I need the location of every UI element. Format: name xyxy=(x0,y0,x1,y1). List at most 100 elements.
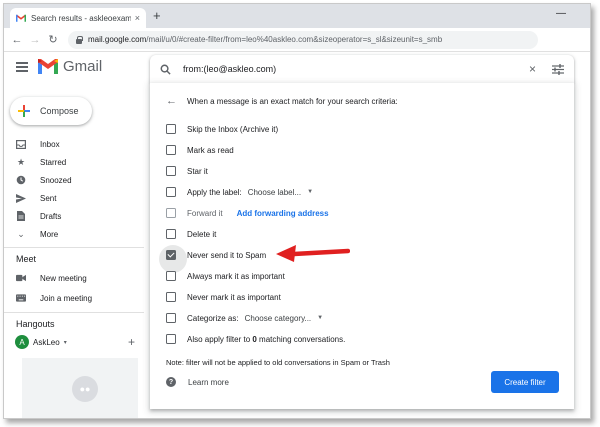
forward-button[interactable]: → xyxy=(26,34,44,46)
filter-note: Note: filter will not be applied to old … xyxy=(166,358,390,367)
option-label: Skip the Inbox (Archive it) xyxy=(187,124,279,134)
create-filter-panel: ← When a message is an exact match for y… xyxy=(150,83,574,409)
option-label: Always mark it as important xyxy=(187,271,285,281)
lock-icon xyxy=(76,35,83,44)
sidebar-item-more[interactable]: ⌄ More xyxy=(16,226,58,242)
keyboard-icon xyxy=(16,293,26,303)
tab-strip: Search results - askleoexample2... × + — xyxy=(4,4,590,28)
sidebar-item-join-meeting[interactable]: Join a meeting xyxy=(16,290,92,306)
apply-label-checkbox[interactable] xyxy=(166,187,176,197)
option-label-post: matching conversations. xyxy=(256,334,346,344)
inbox-icon xyxy=(16,139,26,149)
hangouts-panel: ●● xyxy=(22,358,138,418)
option-label: Delete it xyxy=(187,229,217,239)
clear-search-icon[interactable]: × xyxy=(529,62,536,76)
add-forwarding-address-link[interactable]: Add forwarding address xyxy=(237,209,329,218)
filter-option-categorize[interactable]: Categorize as: Choose category... ▼ xyxy=(166,310,323,326)
gmail-logo[interactable]: Gmail xyxy=(38,58,102,75)
option-label: Mark as read xyxy=(187,145,234,155)
hangouts-section-title: Hangouts xyxy=(16,319,55,329)
hangouts-user[interactable]: A AskLeo ▾ xyxy=(15,335,67,349)
gmail-favicon-icon xyxy=(16,14,26,22)
reload-button[interactable]: ↻ xyxy=(44,33,62,46)
dropdown-caret-icon[interactable]: ▼ xyxy=(307,189,313,195)
apply-existing-checkbox[interactable] xyxy=(166,334,176,344)
draft-icon xyxy=(16,211,26,221)
filter-option-delete[interactable]: Delete it xyxy=(166,226,216,242)
compose-label: Compose xyxy=(40,106,79,116)
sidebar-item-label: Snoozed xyxy=(40,175,72,185)
filter-heading: When a message is an exact match for you… xyxy=(187,97,398,106)
filter-option-star[interactable]: Star it xyxy=(166,163,208,179)
option-label: Categorize as: xyxy=(187,313,239,323)
search-options-icon[interactable] xyxy=(552,63,564,75)
sidebar-item-new-meeting[interactable]: New meeting xyxy=(16,270,87,286)
compose-button[interactable]: Compose xyxy=(10,97,92,125)
mark-read-checkbox[interactable] xyxy=(166,145,176,155)
forward-checkbox[interactable] xyxy=(166,208,176,218)
main-menu-icon[interactable] xyxy=(16,62,28,72)
sidebar-item-inbox[interactable]: Inbox xyxy=(16,136,60,152)
search-input[interactable]: from:(leo@askleo.com) xyxy=(183,64,529,74)
filter-option-never-spam[interactable]: Never send it to Spam xyxy=(159,245,266,273)
url-host: mail.google.com xyxy=(88,35,147,44)
sidebar-divider xyxy=(4,312,144,313)
option-label: Apply the label: xyxy=(187,187,242,197)
sidebar-item-label: Starred xyxy=(40,157,67,167)
filter-option-skip-inbox[interactable]: Skip the Inbox (Archive it) xyxy=(166,121,278,137)
video-icon xyxy=(16,273,26,283)
star-icon: ★ xyxy=(16,156,26,167)
address-bar[interactable]: mail.google.com /mail/u/0/#create-filter… xyxy=(68,30,538,49)
sidebar-item-label: New meeting xyxy=(40,273,87,283)
choose-label-select[interactable]: Choose label... xyxy=(248,188,301,197)
option-label: Never mark it as important xyxy=(187,292,281,302)
filter-option-mark-read[interactable]: Mark as read xyxy=(166,142,234,158)
learn-more-link[interactable]: ? Learn more xyxy=(166,377,229,387)
learn-more-label: Learn more xyxy=(188,377,229,387)
option-label: Star it xyxy=(187,166,208,176)
create-filter-button[interactable]: Create filter xyxy=(491,371,559,393)
filter-option-apply-label[interactable]: Apply the label: Choose label... ▼ xyxy=(166,184,313,200)
compose-plus-icon xyxy=(18,105,30,117)
hangouts-user-name: AskLeo xyxy=(33,337,60,347)
always-important-checkbox[interactable] xyxy=(166,271,176,281)
add-hangout-button[interactable]: + xyxy=(128,335,135,349)
url-path: /mail/u/0/#create-filter/from=leo%40askl… xyxy=(146,35,443,44)
tab-close-icon[interactable]: × xyxy=(135,13,140,23)
never-spam-checkbox[interactable] xyxy=(159,245,187,273)
dropdown-caret-icon[interactable]: ▼ xyxy=(317,315,323,321)
categorize-checkbox[interactable] xyxy=(166,313,176,323)
option-label-pre: Also apply filter to xyxy=(187,334,253,344)
search-icon[interactable] xyxy=(160,64,171,75)
sidebar-item-sent[interactable]: Sent xyxy=(16,190,56,206)
caret-down-icon: ▾ xyxy=(63,339,67,346)
sidebar-item-starred[interactable]: ★ Starred xyxy=(16,154,66,170)
browser-window: Search results - askleoexample2... × + —… xyxy=(3,3,591,419)
sidebar-item-snoozed[interactable]: Snoozed xyxy=(16,172,72,188)
avatar: A xyxy=(15,335,29,349)
skip-inbox-checkbox[interactable] xyxy=(166,124,176,134)
back-arrow-icon[interactable]: ← xyxy=(166,95,177,107)
send-icon xyxy=(16,193,26,203)
filter-option-never-important[interactable]: Never mark it as important xyxy=(166,289,281,305)
filter-option-always-important[interactable]: Always mark it as important xyxy=(166,268,285,284)
hangouts-bubble-icon: ●● xyxy=(72,376,98,402)
sidebar-item-label: Drafts xyxy=(40,211,62,221)
filter-option-forward[interactable]: Forward it Add forwarding address xyxy=(166,205,329,221)
filter-option-apply-existing[interactable]: Also apply filter to 0 matching conversa… xyxy=(166,331,345,347)
new-tab-button[interactable]: + xyxy=(153,9,161,23)
back-button[interactable]: ← xyxy=(8,34,26,46)
clock-icon xyxy=(16,175,26,185)
search-bar[interactable]: from:(leo@askleo.com) × xyxy=(150,55,574,83)
sidebar-divider xyxy=(4,247,144,248)
never-important-checkbox[interactable] xyxy=(166,292,176,302)
choose-category-select[interactable]: Choose category... xyxy=(245,314,312,323)
browser-toolbar: ← → ↻ mail.google.com /mail/u/0/#create-… xyxy=(4,28,590,52)
browser-tab[interactable]: Search results - askleoexample2... × xyxy=(10,8,146,28)
star-it-checkbox[interactable] xyxy=(166,166,176,176)
sidebar-item-drafts[interactable]: Drafts xyxy=(16,208,61,224)
delete-checkbox[interactable] xyxy=(166,229,176,239)
option-label: Forward it xyxy=(187,208,223,218)
minimize-button[interactable]: — xyxy=(556,8,566,19)
chevron-down-icon: ⌄ xyxy=(17,228,25,239)
